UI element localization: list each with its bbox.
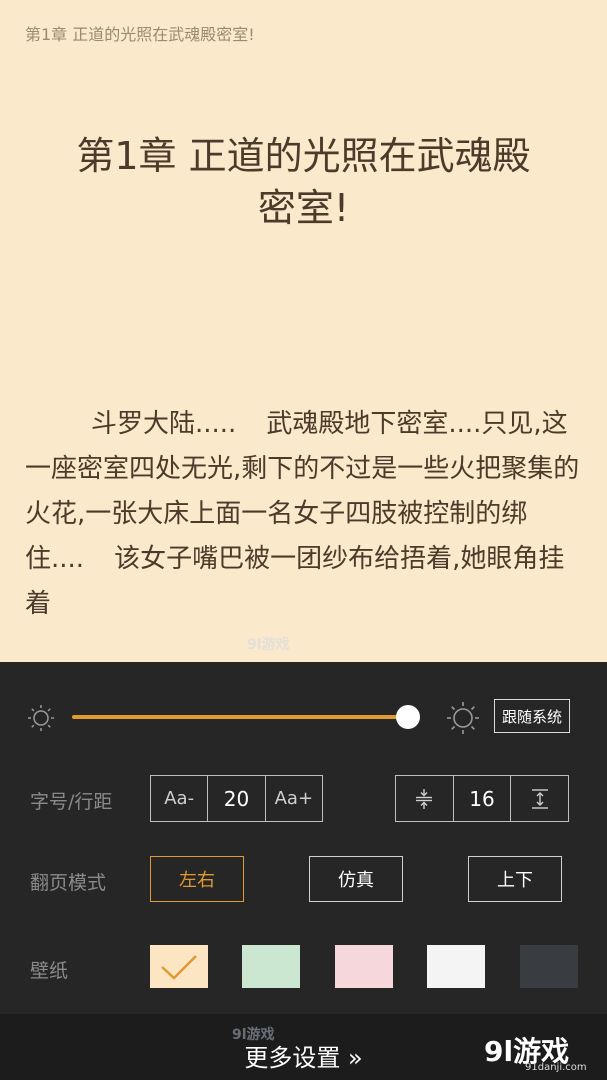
font-size-label: 字号/行距 xyxy=(30,791,113,813)
page-mode-vertical-button[interactable]: 上下 xyxy=(468,856,562,902)
chapter-title: 第1章 正道的光照在武魂殿 密室! xyxy=(20,130,587,234)
brightness-thumb[interactable] xyxy=(396,705,420,729)
brightness-track[interactable] xyxy=(72,715,408,719)
body-part3: 该女子嘴巴被一团纱布给捂着,她眼角挂着 xyxy=(25,544,565,619)
font-size-control: Aa- 20 Aa+ xyxy=(150,775,323,822)
wallpaper-swatch-dark[interactable] xyxy=(520,945,578,988)
watermark-faint-1: 9l游戏 xyxy=(247,637,290,653)
page-mode-simulation-button[interactable]: 仿真 xyxy=(309,856,403,902)
wallpaper-swatch-white[interactable] xyxy=(427,945,485,988)
check-icon xyxy=(161,955,197,980)
font-increase-button[interactable]: Aa+ xyxy=(266,776,322,821)
line-spacing-value: 16 xyxy=(454,776,512,821)
line-spacing-increase-button[interactable] xyxy=(511,776,568,821)
reader-page[interactable]: 第1章 正道的光照在武魂殿密室! 第1章 正道的光照在武魂殿 密室! 斗罗大陆.… xyxy=(0,0,607,662)
brightness-high-icon xyxy=(447,702,479,734)
chapter-title-line2: 密室! xyxy=(257,186,350,230)
follow-system-button[interactable]: 跟随系统 xyxy=(494,699,570,733)
running-header: 第1章 正道的光照在武魂殿密室! xyxy=(25,25,255,44)
body-part1: 斗罗大陆..... xyxy=(91,409,237,439)
line-spacing-decrease-button[interactable] xyxy=(396,776,454,821)
page-mode-label: 翻页模式 xyxy=(30,872,107,894)
watermark-url: 91danji.com xyxy=(525,1062,587,1073)
wallpaper-label: 壁纸 xyxy=(30,960,69,982)
chapter-title-line1: 第1章 正道的光照在武魂殿 xyxy=(76,134,531,178)
wallpaper-swatch-pink[interactable] xyxy=(335,945,393,988)
line-spacing-increase-icon xyxy=(531,788,548,809)
chapter-body: 斗罗大陆..... 武魂殿地下密室....只见,这一座密室四处无光,剩下的不过是一… xyxy=(25,402,585,627)
line-spacing-decrease-icon xyxy=(416,788,433,809)
font-size-value: 20 xyxy=(208,776,266,821)
wallpaper-swatch-cream[interactable] xyxy=(150,945,208,988)
font-decrease-button[interactable]: Aa- xyxy=(151,776,209,821)
wallpaper-swatch-green[interactable] xyxy=(242,945,300,988)
line-spacing-control: 16 xyxy=(395,775,569,822)
brightness-low-icon xyxy=(28,705,54,731)
page-mode-horizontal-button[interactable]: 左右 xyxy=(150,856,244,902)
